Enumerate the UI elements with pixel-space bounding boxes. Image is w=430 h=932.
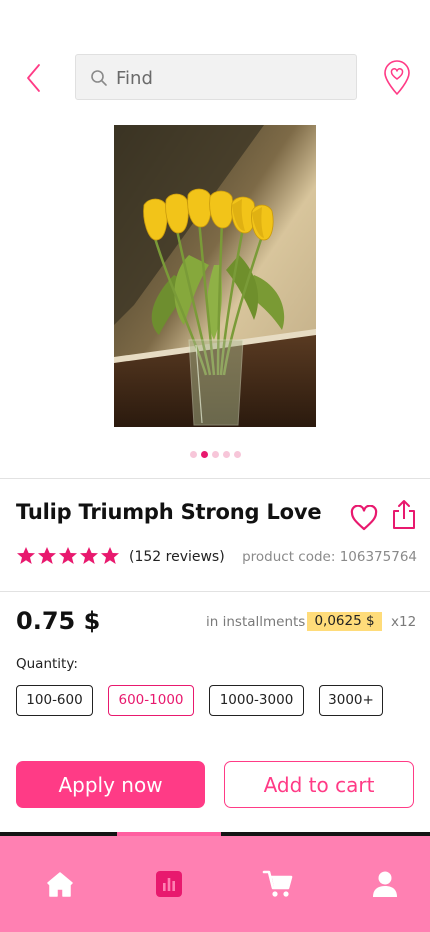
favorite-location-button[interactable] bbox=[382, 60, 412, 96]
star-icon bbox=[80, 547, 98, 564]
star-icon bbox=[17, 547, 35, 564]
reviews-link[interactable]: (152 reviews) bbox=[129, 549, 225, 565]
share-button[interactable] bbox=[392, 498, 416, 530]
pagination-dot[interactable] bbox=[234, 451, 241, 458]
installments-count: x12 bbox=[391, 614, 417, 630]
product-title: Tulip Triumph Strong Love bbox=[16, 500, 322, 524]
top-bar bbox=[0, 0, 430, 110]
installments-value: 0,0625 $ bbox=[307, 612, 382, 631]
cart-icon bbox=[262, 870, 293, 897]
divider bbox=[0, 478, 430, 479]
star-icon bbox=[38, 547, 56, 564]
pagination-dot[interactable] bbox=[223, 451, 230, 458]
home-icon bbox=[47, 872, 73, 897]
gallery-pagination bbox=[190, 451, 241, 459]
star-icon bbox=[101, 547, 119, 564]
share-icon bbox=[393, 500, 415, 529]
search-bar[interactable] bbox=[75, 54, 357, 100]
nav-profile[interactable] bbox=[367, 866, 403, 902]
stats-icon bbox=[156, 871, 182, 897]
chevron-left-icon bbox=[27, 64, 40, 92]
nav-stats[interactable] bbox=[151, 866, 187, 902]
nav-home[interactable] bbox=[42, 866, 78, 902]
heart-icon bbox=[350, 504, 378, 531]
search-icon bbox=[91, 70, 107, 86]
add-to-cart-button[interactable]: Add to cart bbox=[224, 761, 414, 808]
profile-icon bbox=[373, 871, 397, 897]
star-icon bbox=[59, 547, 77, 564]
quantity-option-100-600[interactable]: 100-600 bbox=[16, 685, 93, 716]
quantity-option-600-1000[interactable]: 600-1000 bbox=[108, 685, 194, 716]
back-button[interactable] bbox=[22, 62, 46, 94]
pagination-dot[interactable] bbox=[212, 451, 219, 458]
pagination-dot-active[interactable] bbox=[201, 451, 208, 458]
nav-cart[interactable] bbox=[260, 866, 296, 902]
search-input[interactable] bbox=[116, 63, 346, 93]
favorite-button[interactable] bbox=[350, 504, 378, 531]
divider bbox=[0, 591, 430, 592]
pagination-dot[interactable] bbox=[190, 451, 197, 458]
quantity-label: Quantity: bbox=[16, 656, 78, 672]
quantity-option-3000-plus[interactable]: 3000+ bbox=[319, 685, 383, 716]
location-heart-icon bbox=[384, 60, 410, 95]
rating-stars bbox=[16, 546, 120, 566]
apply-now-button[interactable]: Apply now bbox=[16, 761, 205, 808]
installments-label: in installments bbox=[206, 614, 306, 630]
bottom-nav bbox=[0, 836, 430, 932]
quantity-option-1000-3000[interactable]: 1000-3000 bbox=[209, 685, 304, 716]
product-code: product code: 106375764 bbox=[242, 549, 417, 565]
tulips-photo bbox=[114, 125, 316, 427]
product-image[interactable] bbox=[114, 125, 316, 427]
product-price: 0.75 $ bbox=[16, 607, 101, 635]
